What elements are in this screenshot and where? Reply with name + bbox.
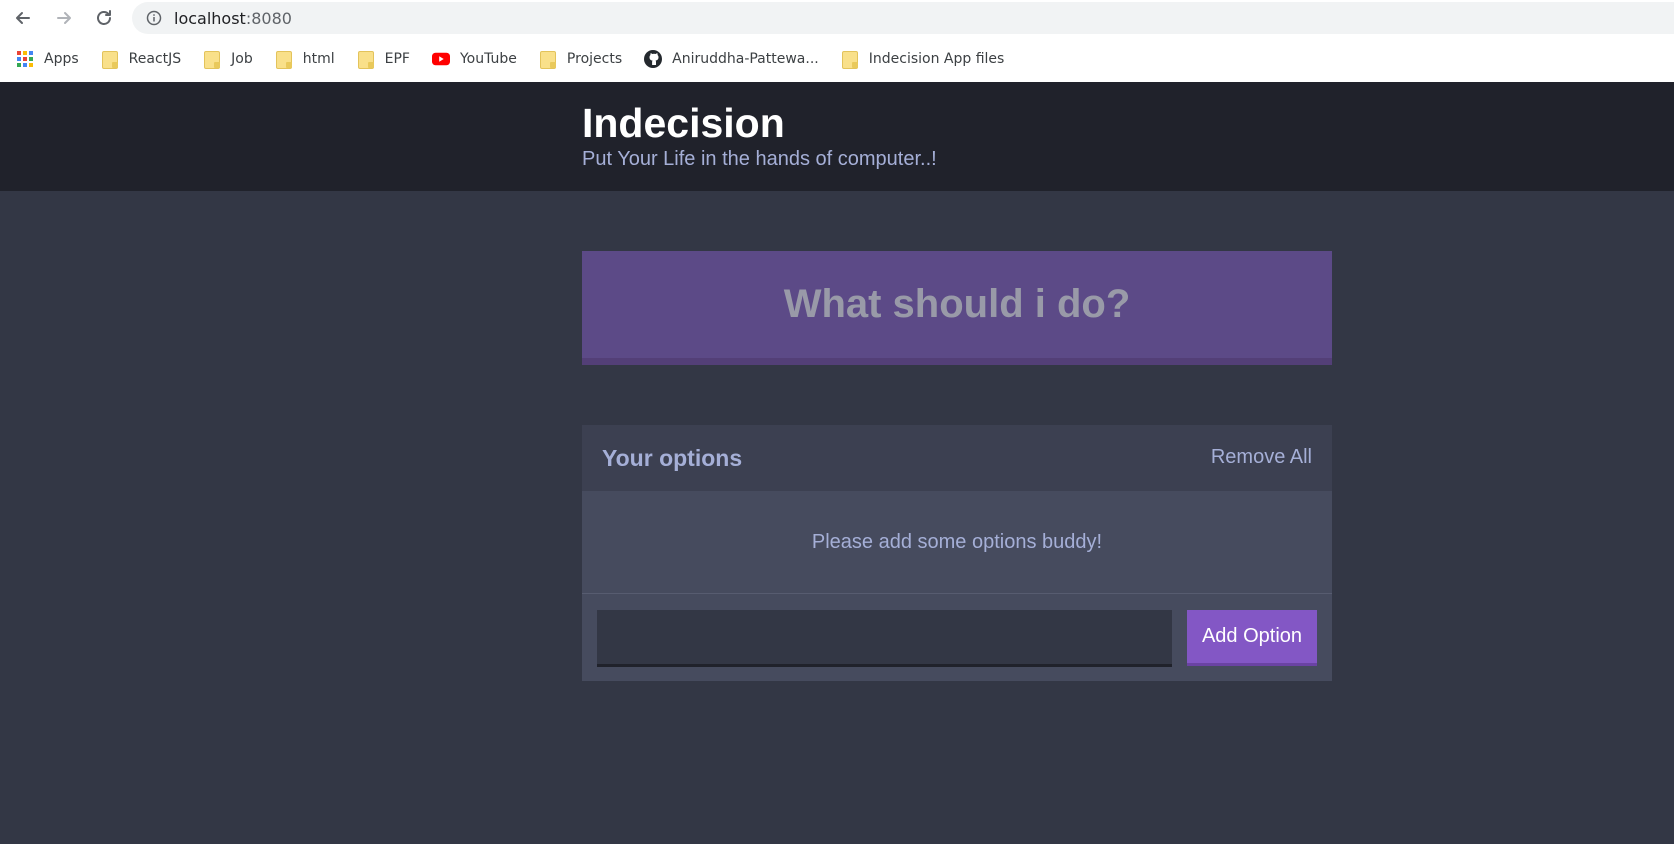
bookmark-label: Job bbox=[231, 51, 253, 67]
options-header: Your options Remove All bbox=[582, 425, 1332, 491]
bookmarks-bar: Apps ReactJS Job html EPF YouTube Projec… bbox=[0, 36, 1674, 82]
folder-icon bbox=[357, 50, 375, 69]
bookmark-label: EPF bbox=[384, 51, 410, 67]
github-icon bbox=[644, 50, 663, 68]
empty-options-message: Please add some options buddy! bbox=[811, 530, 1103, 553]
folder-icon bbox=[841, 50, 859, 69]
reload-button[interactable] bbox=[90, 4, 118, 32]
folder-icon bbox=[275, 50, 293, 69]
url-host: localhost bbox=[174, 8, 246, 28]
what-should-i-do-label: What should i do? bbox=[783, 282, 1131, 326]
url-port: :8080 bbox=[245, 8, 292, 28]
bookmark-github[interactable]: Aniruddha-Pattewa... bbox=[644, 45, 819, 73]
bookmark-apps[interactable]: Apps bbox=[16, 45, 79, 73]
what-should-i-do-button[interactable]: What should i do? bbox=[582, 251, 1332, 365]
bookmark-epf[interactable]: EPF bbox=[357, 45, 410, 73]
forward-arrow-icon bbox=[57, 12, 71, 24]
bookmark-label: html bbox=[302, 51, 335, 67]
app-title: Indecision bbox=[582, 100, 785, 146]
add-option-button[interactable]: Add Option bbox=[1187, 610, 1317, 666]
reload-icon bbox=[97, 10, 111, 25]
app-header bbox=[0, 82, 1674, 191]
info-icon[interactable] bbox=[146, 10, 162, 26]
bookmark-label: ReactJS bbox=[128, 51, 182, 67]
apps-grid-icon bbox=[16, 50, 34, 68]
bookmark-html[interactable]: html bbox=[275, 45, 335, 73]
divider bbox=[582, 593, 1332, 594]
option-input[interactable] bbox=[597, 610, 1172, 667]
bookmark-label: Indecision App files bbox=[868, 51, 1005, 67]
bookmark-projects[interactable]: Projects bbox=[539, 45, 622, 73]
bookmark-job[interactable]: Job bbox=[203, 45, 253, 73]
options-widget: Your options Remove All Please add some … bbox=[582, 425, 1332, 681]
bookmark-label: Aniruddha-Pattewa... bbox=[672, 51, 819, 67]
options-title: Your options bbox=[602, 445, 743, 471]
folder-icon bbox=[101, 50, 119, 69]
bookmark-reactjs[interactable]: ReactJS bbox=[101, 45, 182, 73]
youtube-icon bbox=[431, 50, 450, 68]
bookmark-label: Projects bbox=[566, 51, 623, 67]
forward-button[interactable] bbox=[50, 4, 78, 32]
bookmark-label: Apps bbox=[44, 51, 79, 67]
back-arrow-icon bbox=[16, 12, 30, 24]
bookmark-label: YouTube bbox=[459, 51, 517, 67]
bookmark-youtube[interactable]: YouTube bbox=[431, 45, 517, 73]
address-bar[interactable]: localhost:8080 bbox=[132, 2, 1674, 34]
app-subtitle: Put Your Life in the hands of computer..… bbox=[582, 148, 937, 170]
bookmark-indecision-app-files[interactable]: Indecision App files bbox=[841, 45, 1005, 73]
folder-icon bbox=[539, 50, 557, 69]
browser-toolbar: localhost:8080 bbox=[0, 0, 1674, 36]
back-button[interactable] bbox=[9, 4, 37, 32]
remove-all-button[interactable]: Remove All bbox=[1211, 446, 1312, 469]
folder-icon bbox=[203, 50, 221, 69]
